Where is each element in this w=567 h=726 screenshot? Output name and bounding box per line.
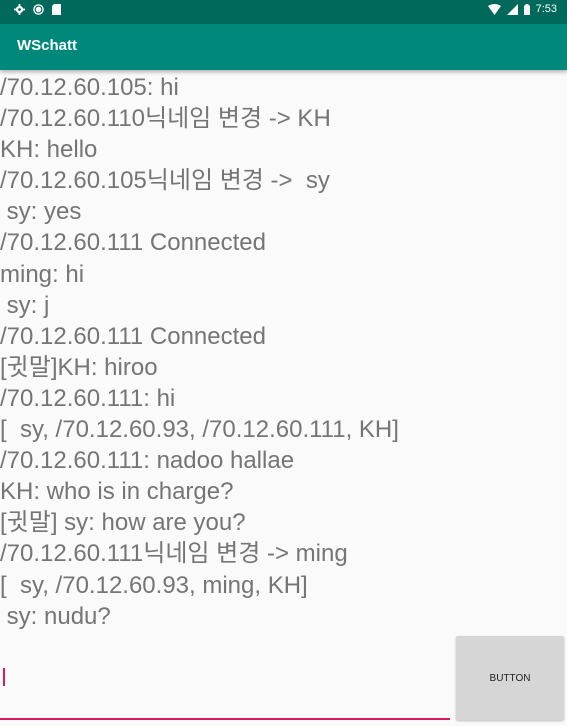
wifi-icon [487, 3, 501, 15]
chat-message: /70.12.60.111 Connected [0, 229, 266, 257]
status-right-icons: 7:53 [487, 3, 557, 15]
battery-icon [523, 3, 530, 15]
settings-icon [14, 4, 25, 15]
chat-message: /70.12.60.105: hi [0, 74, 179, 101]
chat-message: /70.12.60.111: nadoo hallae [0, 447, 295, 475]
status-bar: 7:53 [0, 0, 567, 24]
chat-message: sy: j [0, 291, 50, 319]
chat-message: KH: who is in charge? [0, 478, 234, 506]
input-underline [0, 718, 450, 720]
message-input[interactable] [2, 640, 450, 718]
chat-message: [ sy, /70.12.60.93, /70.12.60.111, KH] [0, 416, 399, 444]
chat-log[interactable]: /70.12.60.105: hi/70.12.60.110닉네임 변경 -> … [0, 72, 567, 632]
sd-card-icon [52, 4, 61, 15]
circle-icon [33, 4, 44, 15]
chat-message: [귓말]KH: hiroo [0, 353, 158, 381]
chat-message: KH: hello [0, 136, 98, 164]
input-row: BUTTON [0, 636, 567, 726]
send-button[interactable]: BUTTON [456, 636, 564, 720]
chat-message: /70.12.60.105닉네임 변경 -> sy [0, 167, 330, 195]
chat-message: /70.12.60.111 Connected [0, 322, 266, 350]
chat-message: [ sy, /70.12.60.93, ming, KH] [0, 571, 308, 599]
chat-message: sy: yes [0, 198, 82, 226]
chat-message: sy: nudu? [0, 602, 111, 630]
app-title: WSchatt [17, 37, 77, 54]
status-time: 7:53 [535, 3, 557, 15]
text-cursor [3, 668, 5, 686]
chat-message: ming: hi [0, 260, 85, 288]
signal-icon [506, 3, 518, 15]
chat-message: /70.12.60.110닉네임 변경 -> KH [0, 105, 331, 133]
chat-message: /70.12.60.111: hi [0, 384, 176, 412]
chat-message: [귓말] sy: how are you? [0, 509, 246, 537]
app-bar: WSchatt [0, 24, 567, 70]
status-left-icons [14, 4, 61, 15]
chat-message: /70.12.60.111닉네임 변경 -> ming [0, 540, 348, 568]
